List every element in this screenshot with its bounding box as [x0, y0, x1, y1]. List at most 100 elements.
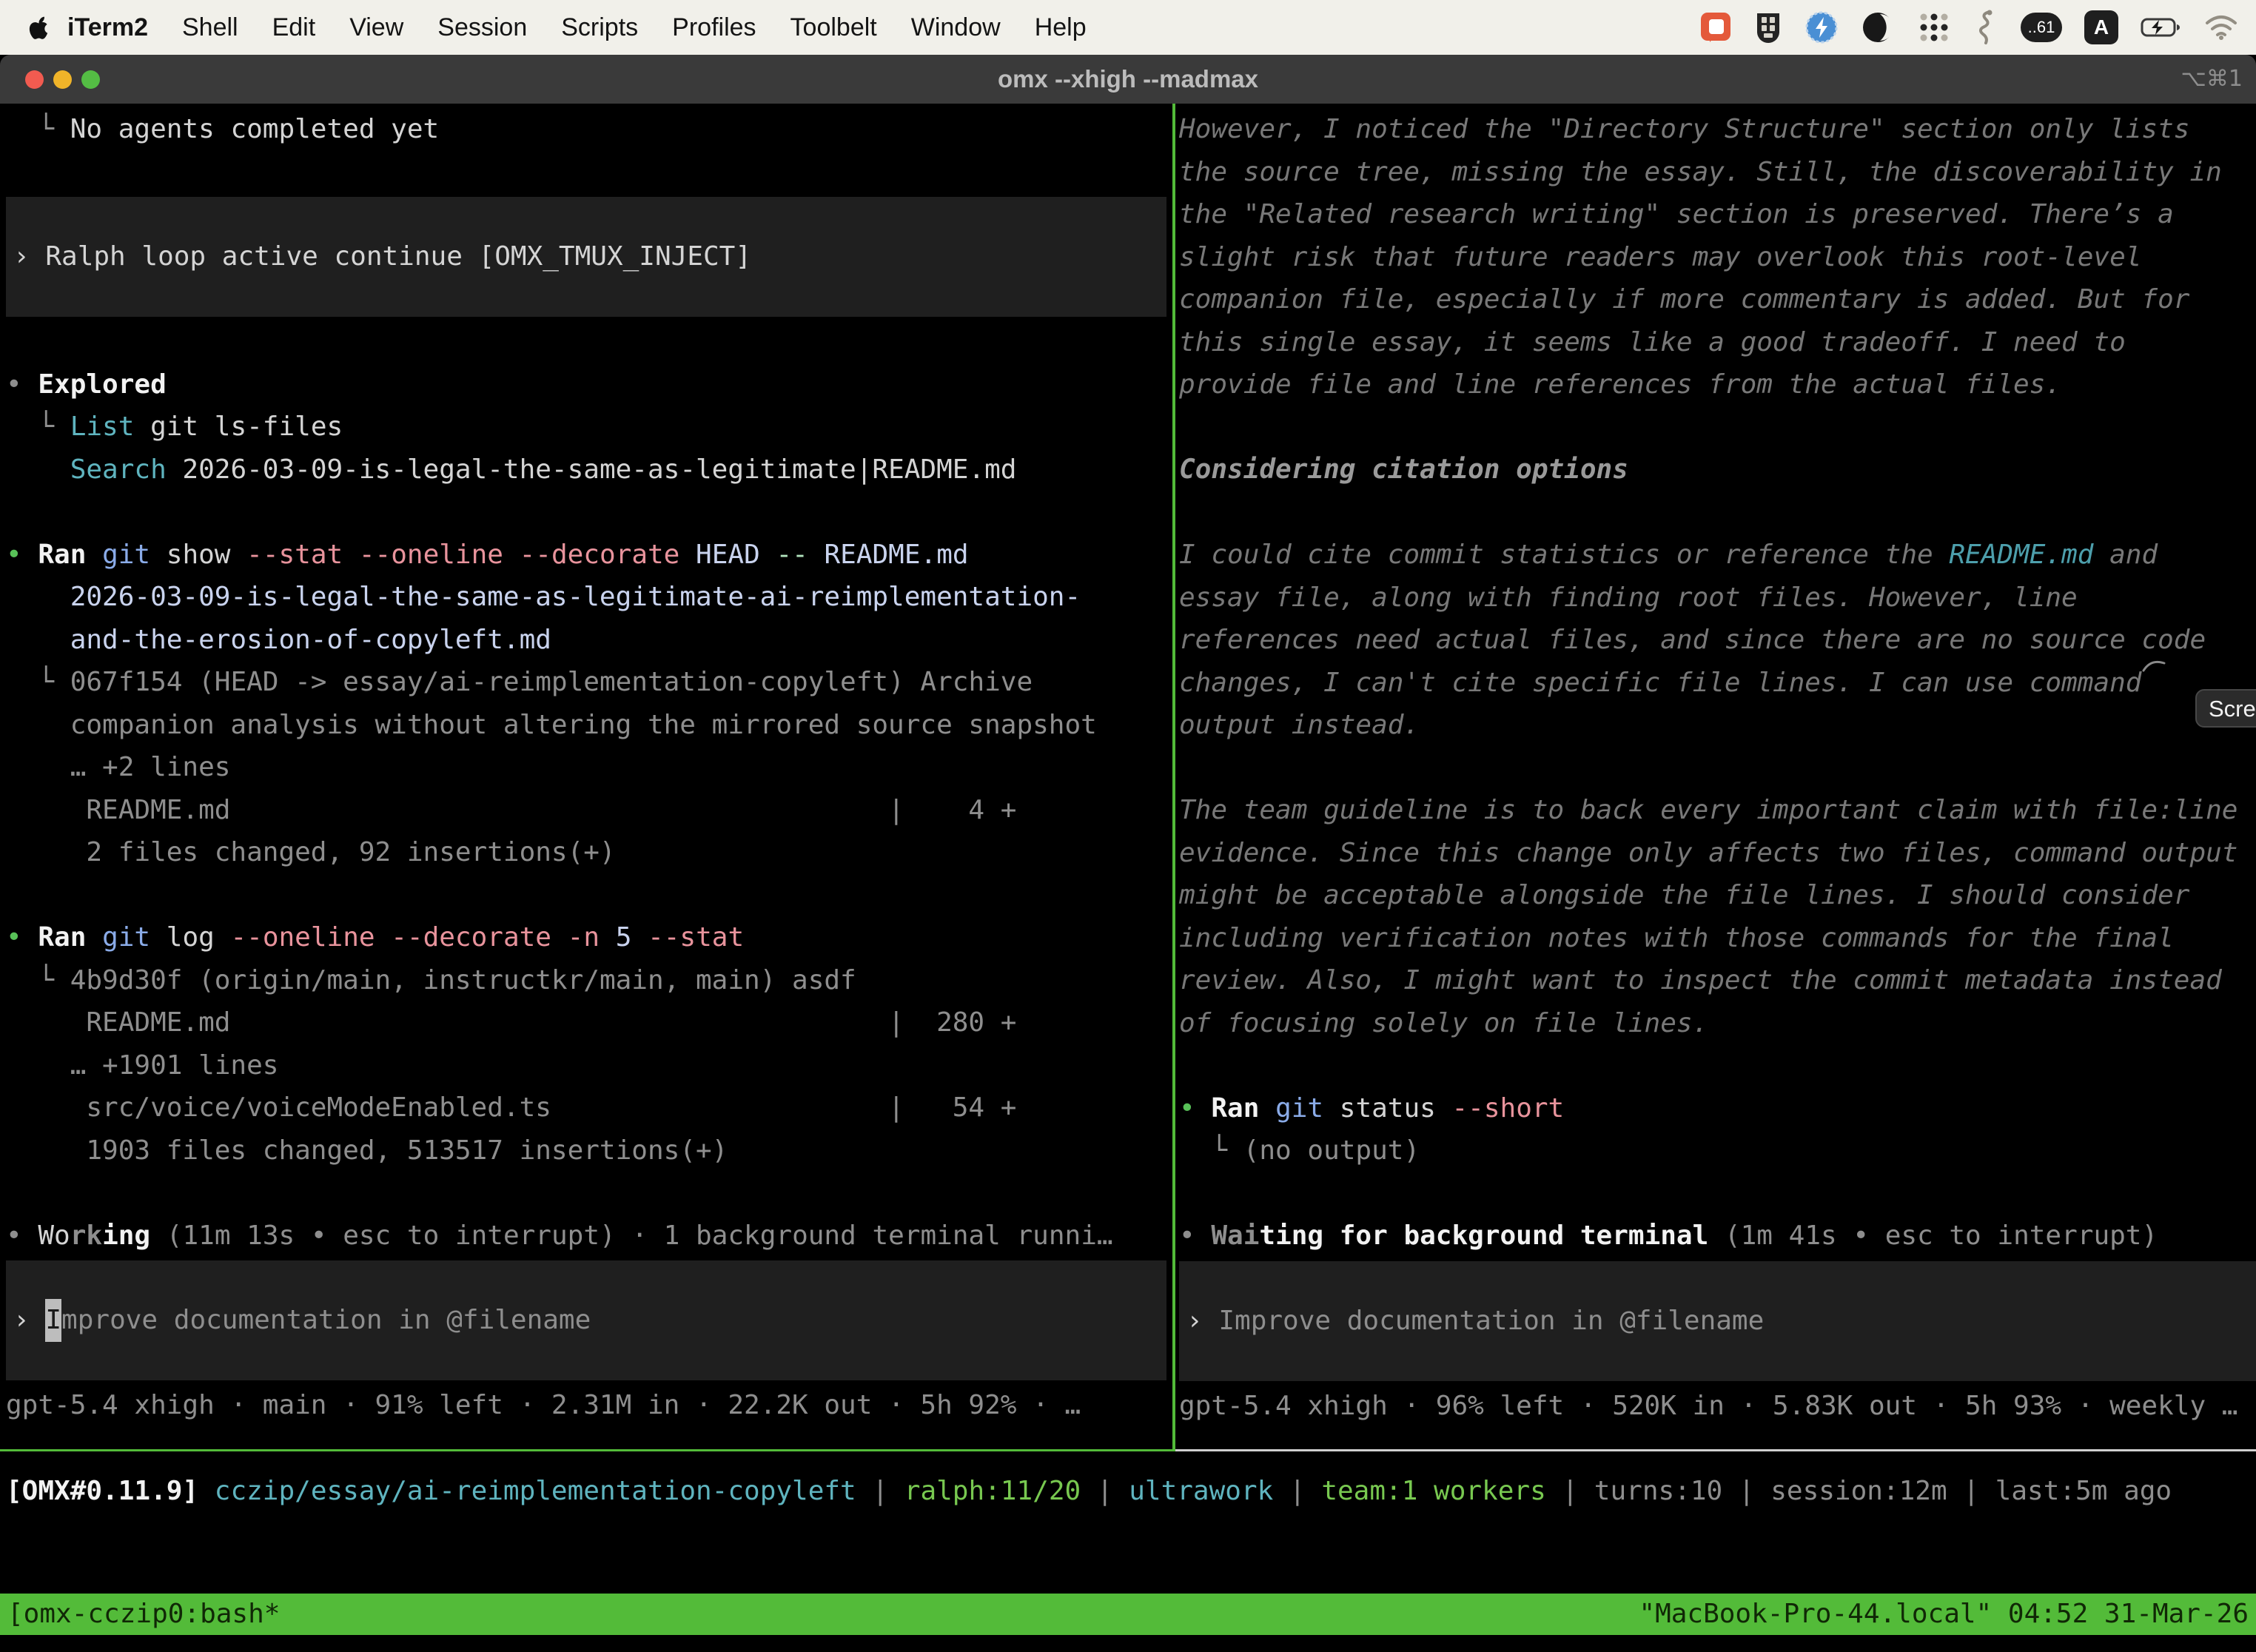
text-segment	[679, 540, 696, 570]
text-segment: Ran	[38, 922, 86, 953]
text-segment: └	[1179, 1135, 1243, 1166]
text-segment: •	[6, 922, 38, 953]
terminal-line: • Explored	[6, 363, 1172, 406]
chat-icon[interactable]	[1699, 10, 1732, 45]
terminal-line: Considering citation options	[1179, 449, 2256, 491]
pie-circle-icon[interactable]	[1861, 10, 1895, 44]
text-segment: --oneline --decorate	[230, 922, 551, 953]
badge-61[interactable]: ..61	[2021, 13, 2062, 42]
text-segment: HEAD	[696, 540, 760, 570]
text-segment: ›	[1186, 1300, 1218, 1343]
wifi-icon[interactable]	[2204, 14, 2238, 41]
text-segment: mprove documentation in @filename	[61, 1299, 591, 1342]
squiggle-icon[interactable]	[1973, 9, 1998, 46]
text-segment: No agents completed yet	[70, 114, 440, 144]
terminal-line: the source tree, missing the essay. Stil…	[1179, 151, 2256, 194]
text-segment: might be acceptable alongside the file l…	[1179, 880, 2189, 910]
text-segment: and-the-erosion-of-copyleft.md	[6, 625, 551, 655]
text-segment: 5	[616, 922, 632, 953]
text-segment: (no output)	[1243, 1135, 1420, 1166]
text-segment: git	[102, 540, 150, 570]
menu-item-toolbelt[interactable]: Toolbelt	[773, 13, 894, 42]
menu-item-app[interactable]: iTerm2	[50, 13, 165, 42]
text-segment: •	[1179, 1220, 1211, 1251]
text-segment: Considering citation options	[1179, 454, 1628, 485]
terminal-line: • Working (11m 13s • esc to interrupt) ·…	[6, 1215, 1172, 1258]
tmux-host-clock: "MacBook-Pro-44.local" 04:52 31-Mar-26	[1639, 1594, 2249, 1635]
terminal-line: of focusing solely on file lines.	[1179, 1002, 2256, 1045]
text-segment: Ralph loop active continue [OMX_TMUX_INJ…	[45, 235, 751, 278]
terminal-line: Search 2026-03-09-is-legal-the-same-as-l…	[6, 449, 1172, 491]
text-segment: git ls-files	[134, 412, 343, 442]
right-pane[interactable]: However, I noticed the "Directory Struct…	[1179, 104, 2256, 1427]
text-segment: gpt-5.4 xhigh · 96% left · 520K in · 5.8…	[1179, 1391, 2237, 1421]
text-segment: Improve documentation in @filename	[1218, 1300, 1764, 1343]
prompt-input-box[interactable]: › Improve documentation in @filename	[6, 1260, 1166, 1380]
prompt-input-box[interactable]: › Improve documentation in @filename	[1179, 1261, 2256, 1381]
text-segment: README.md | 280 +	[6, 1007, 1016, 1038]
text-segment: output instead.	[1179, 710, 1420, 740]
menu-item-window[interactable]: Window	[894, 13, 1018, 42]
text-segment: gpt-5.4 xhigh · main · 91% left · 2.31M …	[6, 1390, 1081, 1420]
menu-item-edit[interactable]: Edit	[255, 13, 333, 42]
text-segment: I could cite commit statistics or refere…	[1179, 540, 1949, 570]
menu-item-help[interactable]: Help	[1018, 13, 1104, 42]
text-segment: Ran	[1211, 1093, 1259, 1124]
text-segment	[150, 1220, 167, 1251]
text-segment: └	[6, 412, 70, 442]
shield-icon[interactable]	[1754, 10, 1782, 44]
terminal-line: companion analysis without altering the …	[6, 704, 1172, 747]
tmux-status-bar: [omx-cczip0:bash* "MacBook-Pro-44.local"…	[0, 1594, 2256, 1635]
text-segment: changes, I can't cite specific file line…	[1179, 668, 2141, 698]
terminal-line	[6, 491, 1172, 534]
menu-items: iTerm2 ShellEditViewSessionScriptsProfil…	[50, 13, 1104, 42]
terminal-line: might be acceptable alongside the file l…	[1179, 874, 2256, 917]
text-segment: The team guideline is to back every impo…	[1179, 795, 2237, 825]
terminal-line: and-the-erosion-of-copyleft.md	[6, 619, 1172, 662]
text-segment: |	[1546, 1476, 1594, 1506]
macos-menu-bar: iTerm2 ShellEditViewSessionScriptsProfil…	[0, 0, 2256, 55]
text-segment: List	[70, 412, 135, 442]
swirl-mark-icon	[2142, 657, 2167, 676]
screen-tooltip[interactable]: Scre	[2195, 689, 2256, 728]
text-segment: git	[102, 922, 150, 953]
text-segment: including verification notes with those …	[1179, 923, 2174, 953]
battery-icon[interactable]	[2141, 17, 2182, 38]
menu-item-scripts[interactable]: Scripts	[544, 13, 655, 42]
text-segment: •	[6, 540, 38, 570]
text-segment: └	[6, 965, 70, 995]
terminal-line: companion file, especially if more comme…	[1179, 278, 2256, 321]
apple-menu-icon[interactable]	[28, 15, 50, 40]
menu-item-profiles[interactable]: Profiles	[655, 13, 773, 42]
menu-item-view[interactable]: View	[332, 13, 420, 42]
text-segment: Search	[70, 454, 167, 485]
bolt-circle-icon[interactable]	[1805, 10, 1839, 44]
dots-grid-icon[interactable]	[1917, 10, 1951, 44]
text-segment	[198, 1476, 215, 1506]
window-title: omx --xhigh --madmax	[0, 55, 2256, 104]
text-segment: README.md | 4 +	[6, 795, 1016, 825]
text-segment	[600, 922, 616, 953]
left-pane[interactable]: └ No agents completed yet › Ralph loop ac…	[0, 104, 1172, 1427]
text-segment: (1m 41s • esc to interrupt)	[1725, 1220, 2158, 1251]
text-segment: I	[45, 1299, 61, 1342]
menu-item-session[interactable]: Session	[420, 13, 544, 42]
text-segment: |	[1273, 1476, 1321, 1506]
terminal-line: The team guideline is to back every impo…	[1179, 789, 2256, 832]
text-segment: last:5m ago	[1995, 1476, 2172, 1506]
text-segment: the "Related research writing" section i…	[1179, 199, 2174, 229]
prompt-input-box[interactable]: › Ralph loop active continue [OMX_TMUX_I…	[6, 197, 1166, 317]
text-segment: git	[1275, 1093, 1323, 1124]
terminal-line: changes, I can't cite specific file line…	[1179, 662, 2256, 705]
text-segment: However, I noticed the "Directory Struct…	[1179, 114, 2189, 144]
menu-item-shell[interactable]: Shell	[165, 13, 255, 42]
text-segment	[808, 540, 825, 570]
terminal-line: essay file, along with finding root file…	[1179, 577, 2256, 620]
terminal-line: • Ran git show --stat --oneline --decora…	[6, 534, 1172, 577]
text-segment: references need actual files, and since …	[1179, 625, 2206, 655]
pane-divider[interactable]	[1172, 104, 1175, 1451]
text-segment	[86, 922, 102, 953]
text-segment: 2026-03-09-is-legal-the-same-as-legitima…	[6, 582, 1081, 612]
terminal-line: └ 4b9d30f (origin/main, instructkr/main,…	[6, 959, 1172, 1002]
badge-a[interactable]: A	[2084, 10, 2118, 44]
